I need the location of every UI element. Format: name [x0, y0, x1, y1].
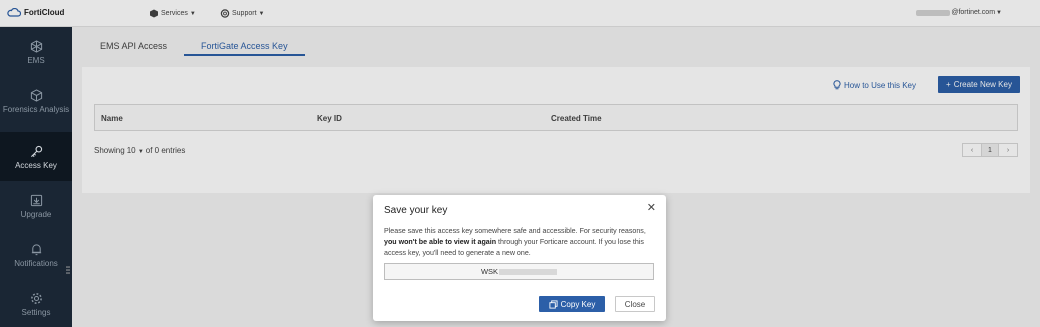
copy-key-button[interactable]: Copy Key	[539, 296, 605, 312]
dialog-message-warning: you won't be able to view it again	[384, 238, 497, 246]
dialog-message-part-1: Please save this access key somewhere sa…	[384, 227, 646, 235]
dialog-message: Please save this access key somewhere sa…	[384, 226, 656, 259]
copy-icon	[549, 299, 558, 309]
access-key-prefix: WSK	[480, 267, 499, 276]
access-key-field[interactable]: WSK	[384, 263, 654, 280]
redacted-key-value	[499, 268, 558, 275]
dialog-title: Save your key	[384, 205, 448, 216]
copy-key-label: Copy Key	[560, 299, 596, 309]
save-key-dialog: Save your key ✕ Please save this access …	[373, 195, 666, 321]
close-button[interactable]: Close	[615, 296, 655, 312]
close-icon[interactable]: ✕	[647, 201, 656, 214]
